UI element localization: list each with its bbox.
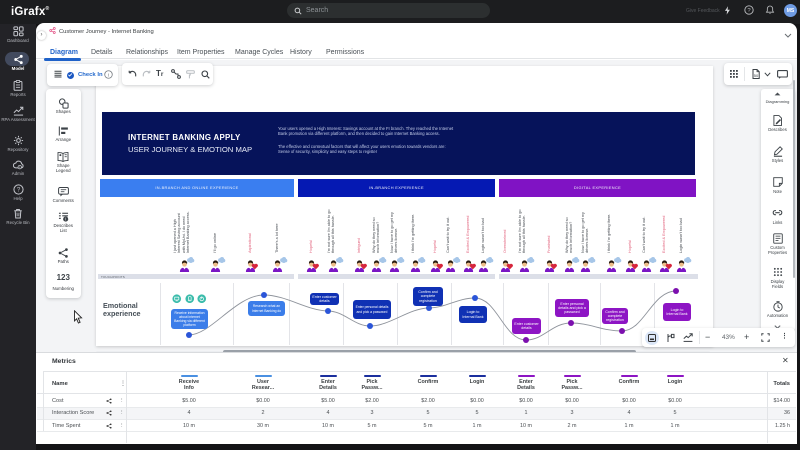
svg-text:?: ? — [16, 187, 20, 194]
svg-text:50: 50 — [754, 73, 759, 78]
svg-text:?: ? — [747, 8, 751, 14]
svg-text:i: i — [65, 217, 66, 222]
